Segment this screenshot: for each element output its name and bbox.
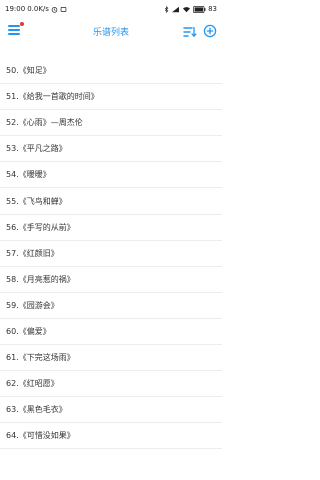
song-title: 64.《可惜没如果》 <box>6 431 75 441</box>
song-title: 62.《红昭愿》 <box>6 379 59 389</box>
song-title: 55.《飞鸟和蝉》 <box>6 196 67 206</box>
song-title: 57.《红颜旧》 <box>6 248 59 258</box>
list-item[interactable]: 56.《手写的从前》 <box>0 215 222 241</box>
sort-icon <box>183 26 197 38</box>
app-bar: 乐谱列表 <box>0 18 222 44</box>
sort-button[interactable] <box>183 24 197 38</box>
list-item[interactable]: 61.《下完这场雨》 <box>0 345 222 372</box>
list-item[interactable]: 51.《给我一首歌的时间》 <box>0 84 222 111</box>
add-button[interactable] <box>203 23 217 38</box>
notification-icon <box>60 6 67 12</box>
list-item[interactable]: 52.《心雨》—周杰伦 <box>0 110 222 137</box>
list-item[interactable]: 59.《园游会》 <box>0 293 222 319</box>
list-item[interactable]: 57.《红颜旧》 <box>0 241 222 267</box>
bluetooth-icon <box>164 5 169 13</box>
list-item[interactable]: 63.《黑色毛衣》 <box>0 397 222 424</box>
song-title: 61.《下完这场雨》 <box>6 353 75 363</box>
wifi-icon <box>183 6 191 12</box>
song-title: 59.《园游会》 <box>6 300 59 310</box>
status-time: 19:00 <box>5 5 26 13</box>
list-item[interactable]: 55.《飞鸟和蝉》 <box>0 188 222 215</box>
song-title: 54.《暧暧》 <box>6 170 51 180</box>
list-item[interactable]: 62.《红昭愿》 <box>0 371 222 398</box>
list-item[interactable]: 50.《知足》 <box>0 58 222 85</box>
song-list: 50.《知足》 51.《给我一首歌的时间》 52.《心雨》—周杰伦 53.《平凡… <box>0 58 222 450</box>
list-item[interactable]: 54.《暧暧》 <box>0 162 222 189</box>
song-title: 60.《偏爱》 <box>6 326 51 336</box>
status-right: 83 <box>164 5 217 13</box>
menu-button[interactable] <box>8 25 20 35</box>
song-title: 50.《知足》 <box>6 66 51 76</box>
battery-icon <box>193 5 206 13</box>
song-title: 56.《手写的从前》 <box>6 222 75 232</box>
list-item[interactable]: 64.《可惜没如果》 <box>0 423 222 450</box>
page-title: 乐谱列表 <box>92 27 129 38</box>
status-left: 19:00 0.0K/s <box>5 5 67 13</box>
notification-badge <box>20 22 24 26</box>
list-item[interactable]: 60.《偏爱》 <box>0 319 222 346</box>
song-title: 53.《平凡之路》 <box>6 144 67 154</box>
song-title: 63.《黑色毛衣》 <box>6 405 67 415</box>
list-item[interactable]: 58.《月亮惹的祸》 <box>0 267 222 293</box>
battery-level: 83 <box>208 5 217 13</box>
song-title: 52.《心雨》—周杰伦 <box>6 118 83 128</box>
status-net-speed: 0.0K/s <box>27 5 49 13</box>
song-title: 58.《月亮惹的祸》 <box>6 274 75 284</box>
alarm-icon <box>51 6 58 13</box>
menu-icon <box>8 25 20 35</box>
list-item[interactable]: 53.《平凡之路》 <box>0 136 222 163</box>
status-bar: 19:00 0.0K/s 83 <box>0 0 222 18</box>
song-title: 51.《给我一首歌的时间》 <box>6 92 99 102</box>
signal-icon <box>172 6 180 12</box>
add-icon <box>203 24 217 38</box>
